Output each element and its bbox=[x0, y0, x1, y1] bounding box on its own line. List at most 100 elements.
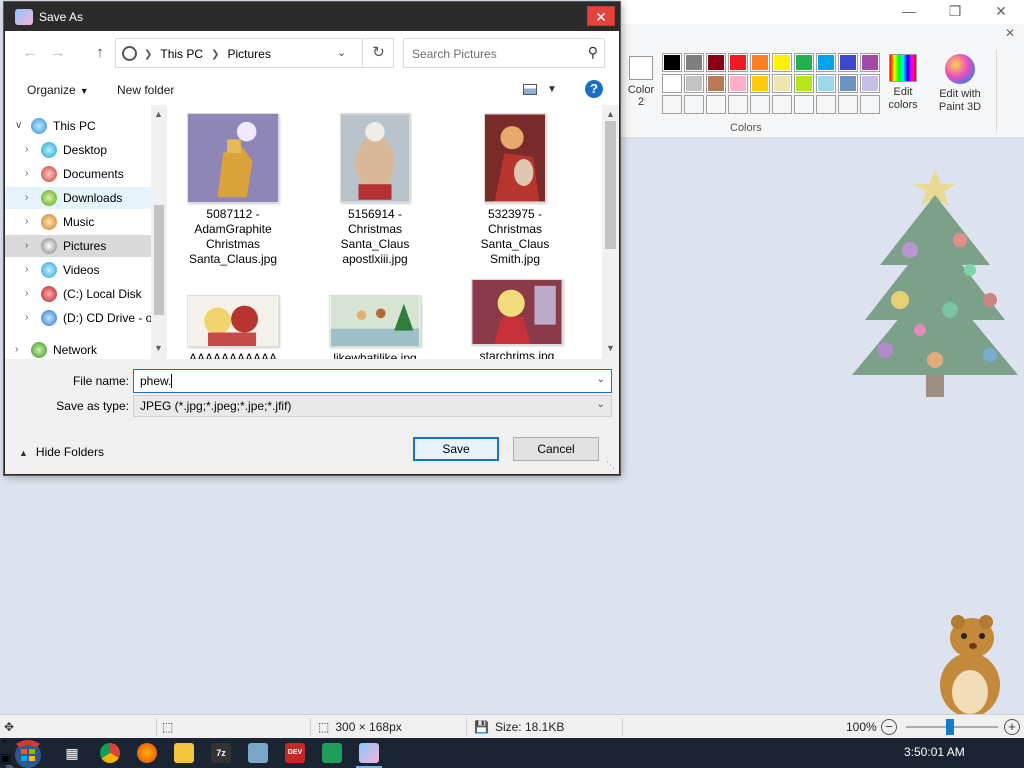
spreadsheet-icon[interactable] bbox=[322, 743, 342, 763]
palette-color-swatch[interactable] bbox=[750, 95, 770, 114]
file-name-dropdown-icon[interactable]: ⌄ bbox=[597, 374, 605, 385]
taskbar-clock[interactable]: 3:50:01 AM bbox=[904, 745, 965, 759]
palette-color-swatch[interactable] bbox=[706, 95, 726, 114]
palette-color-swatch[interactable] bbox=[860, 95, 880, 114]
dev-app-icon[interactable]: DEV bbox=[285, 743, 305, 763]
chrome-icon[interactable] bbox=[100, 743, 120, 763]
breadcrumb-pictures[interactable]: Pictures bbox=[227, 47, 270, 61]
task-view-icon[interactable]: ▦ bbox=[62, 743, 82, 763]
file-item[interactable]: 5323975 - Christmas Santa_Claus Smith.jp… bbox=[455, 113, 575, 267]
collapsed-chevron-icon[interactable]: › bbox=[25, 192, 28, 203]
collapsed-chevron-icon[interactable]: › bbox=[25, 240, 28, 251]
nav-item-c-local-disk[interactable]: › (C:) Local Disk bbox=[5, 283, 151, 305]
nav-item-pictures[interactable]: › Pictures bbox=[5, 235, 151, 257]
nav-item-this-pc[interactable]: ∨ This PC bbox=[5, 115, 151, 137]
nav-item-downloads[interactable]: › Downloads bbox=[5, 187, 151, 209]
palette-color-swatch[interactable] bbox=[728, 53, 748, 72]
back-arrow-icon[interactable]: ← bbox=[21, 44, 39, 62]
up-arrow-icon[interactable]: ↑ bbox=[91, 44, 109, 62]
save-button[interactable]: Save bbox=[413, 437, 499, 461]
scroll-thumb[interactable] bbox=[154, 205, 164, 315]
address-bar[interactable]: ❯ This PC ❯ Pictures ⌄ ↻ bbox=[115, 38, 394, 68]
palette-color-swatch[interactable] bbox=[860, 74, 880, 93]
nav-item-d-cd-drive-o[interactable]: › (D:) CD Drive - o bbox=[5, 307, 151, 329]
collapsed-chevron-icon[interactable]: › bbox=[25, 312, 28, 323]
collapsed-chevron-icon[interactable]: › bbox=[25, 264, 28, 275]
palette-color-swatch[interactable] bbox=[860, 53, 880, 72]
palette-color-swatch[interactable] bbox=[662, 74, 682, 93]
view-dropdown-icon[interactable]: ▼ bbox=[547, 84, 557, 95]
edit-colors-button[interactable]: Edit colors bbox=[884, 54, 922, 112]
palette-color-swatch[interactable] bbox=[684, 53, 704, 72]
palette-color-swatch[interactable] bbox=[772, 74, 792, 93]
palette-color-swatch[interactable] bbox=[728, 74, 748, 93]
palette-color-swatch[interactable] bbox=[772, 95, 792, 114]
palette-color-swatch[interactable] bbox=[838, 53, 858, 72]
nav-item-music[interactable]: › Music bbox=[5, 211, 151, 233]
file-explorer-icon[interactable] bbox=[174, 743, 194, 763]
7zip-icon[interactable]: 7z bbox=[211, 743, 231, 763]
save-as-type-select[interactable]: JPEG (*.jpg;*.jpeg;*.jpe;*.jfif) ⌄ bbox=[133, 395, 612, 417]
zoom-out-button[interactable]: − bbox=[881, 719, 897, 735]
file-name-field[interactable]: phew. ⌄ bbox=[133, 369, 612, 393]
palette-color-swatch[interactable] bbox=[706, 53, 726, 72]
help-icon[interactable]: ? bbox=[585, 80, 603, 98]
collapsed-chevron-icon[interactable]: › bbox=[25, 144, 28, 155]
palette-color-swatch[interactable] bbox=[750, 74, 770, 93]
search-input[interactable]: Search Pictures ⚲ bbox=[403, 38, 605, 68]
palette-color-swatch[interactable] bbox=[794, 53, 814, 72]
dialog-titlebar[interactable]: Save As ✕ bbox=[5, 3, 619, 31]
firefox-icon[interactable] bbox=[137, 743, 157, 763]
start-button-icon[interactable] bbox=[8, 738, 48, 768]
collapsed-chevron-icon[interactable]: › bbox=[25, 288, 28, 299]
collapsed-chevron-icon[interactable]: › bbox=[25, 216, 28, 227]
breadcrumb-this-pc[interactable]: This PC bbox=[160, 47, 203, 61]
file-item[interactable]: 5156914 - Christmas Santa_Claus apostlxi… bbox=[315, 113, 435, 267]
scroll-up-icon[interactable]: ▲ bbox=[606, 109, 615, 119]
scroll-up-icon[interactable]: ▲ bbox=[154, 109, 163, 119]
file-item[interactable]: likewhatilike.jpg bbox=[315, 295, 435, 359]
palette-color-swatch[interactable] bbox=[816, 95, 836, 114]
scroll-down-icon[interactable]: ▼ bbox=[606, 343, 615, 353]
zoom-slider-thumb[interactable] bbox=[946, 719, 954, 735]
palette-color-swatch[interactable] bbox=[706, 74, 726, 93]
collapsed-chevron-icon[interactable]: › bbox=[25, 168, 28, 179]
view-options-icon[interactable] bbox=[523, 84, 537, 95]
resize-grip-icon[interactable]: ⋱ bbox=[606, 460, 615, 471]
organize-button[interactable]: Organize ▼ bbox=[27, 83, 89, 97]
maximize-icon[interactable]: ❐ bbox=[932, 0, 978, 22]
zoom-in-button[interactable]: + bbox=[1004, 719, 1020, 735]
dialog-close-button[interactable]: ✕ bbox=[587, 6, 615, 26]
nav-item-network[interactable]: › Network bbox=[5, 339, 151, 359]
palette-color-swatch[interactable] bbox=[816, 53, 836, 72]
address-dropdown-icon[interactable]: ⌄ bbox=[337, 46, 346, 59]
scroll-thumb[interactable] bbox=[605, 121, 616, 249]
palette-color-swatch[interactable] bbox=[838, 74, 858, 93]
scroll-down-icon[interactable]: ▼ bbox=[154, 343, 163, 353]
new-folder-button[interactable]: New folder bbox=[117, 83, 174, 97]
palette-color-swatch[interactable] bbox=[728, 95, 748, 114]
close-ribbon-icon[interactable]: ✕ bbox=[1002, 26, 1018, 42]
forward-arrow-icon[interactable]: → bbox=[49, 44, 67, 62]
paint-taskbar-icon[interactable] bbox=[359, 743, 379, 763]
nav-item-desktop[interactable]: › Desktop bbox=[5, 139, 151, 161]
palette-color-swatch[interactable] bbox=[684, 74, 704, 93]
nav-item-videos[interactable]: › Videos bbox=[5, 259, 151, 281]
file-list-scrollbar[interactable]: ▲ ▼ bbox=[602, 105, 619, 359]
edit-with-paint3d-button[interactable]: Edit with Paint 3D bbox=[932, 54, 988, 114]
expanded-chevron-icon[interactable]: ∨ bbox=[15, 120, 22, 131]
file-item[interactable]: AAAAAAAAAAA bbox=[173, 295, 293, 359]
nav-pane-scrollbar[interactable]: ▲ ▼ bbox=[151, 105, 167, 359]
palette-color-swatch[interactable] bbox=[662, 53, 682, 72]
file-item[interactable]: 5087112 - AdamGraphite Christmas Santa_C… bbox=[173, 113, 293, 267]
palette-color-swatch[interactable] bbox=[838, 95, 858, 114]
nav-item-documents[interactable]: › Documents bbox=[5, 163, 151, 185]
file-item[interactable]: starchrims.jpg bbox=[457, 279, 577, 359]
palette-color-swatch[interactable] bbox=[794, 95, 814, 114]
palette-color-swatch[interactable] bbox=[772, 53, 792, 72]
color2-button[interactable]: Color 2 bbox=[624, 56, 658, 108]
cancel-button[interactable]: Cancel bbox=[513, 437, 599, 461]
photos-icon[interactable] bbox=[248, 743, 268, 763]
palette-color-swatch[interactable] bbox=[750, 53, 770, 72]
save-as-type-dropdown-icon[interactable]: ⌄ bbox=[597, 399, 605, 410]
